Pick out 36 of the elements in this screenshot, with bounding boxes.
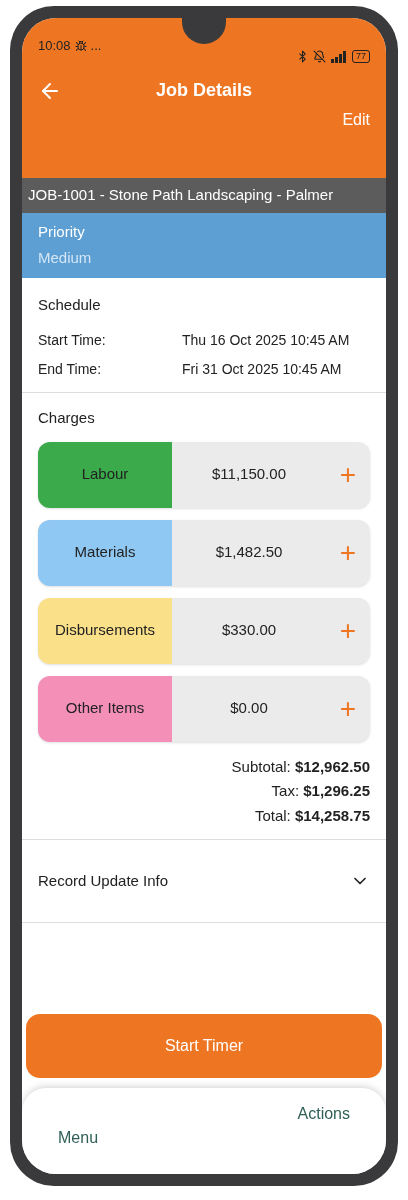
charge-amount: $1,482.50 xyxy=(214,542,284,563)
record-update-toggle[interactable]: Record Update Info xyxy=(22,839,386,923)
job-bar: JOB-1001 - Stone Path Landscaping - Palmer xyxy=(22,178,386,213)
charge-category: Other Items xyxy=(38,675,172,742)
charge-category: Materials xyxy=(38,519,172,586)
battery-indicator: 77 xyxy=(352,50,370,63)
charge-row[interactable]: Materials $1,482.50 + xyxy=(38,519,370,586)
schedule-value: Thu 16 Oct 2025 10:45 AM xyxy=(182,331,350,350)
charge-amount: $0.00 xyxy=(229,698,269,719)
total-line: Total: $14,258.75 xyxy=(254,805,370,826)
actions-button[interactable]: Actions xyxy=(297,1102,350,1126)
charge-amount: $11,150.00 xyxy=(211,464,287,485)
total-line: Tax: $1,296.25 xyxy=(271,781,370,801)
schedule-value: Fri 31 Oct 2025 10:45 AM xyxy=(182,360,342,379)
signal-icon xyxy=(330,50,348,63)
priority-label: Priority xyxy=(38,221,86,242)
header-title: Job Details xyxy=(156,79,252,102)
schedule-label: End Time: xyxy=(38,360,103,379)
schedule-label: Start Time: xyxy=(38,331,107,350)
bug-icon xyxy=(74,39,87,52)
charge-category: Labour xyxy=(38,441,172,508)
section-title: Charges xyxy=(38,408,96,428)
bell-off-icon xyxy=(313,50,326,63)
charge-category: Disbursements xyxy=(38,597,172,664)
priority-value: Medium xyxy=(38,248,93,268)
status-time: 10:08 xyxy=(38,36,71,55)
bluetooth-icon xyxy=(296,50,309,63)
total-line: Subtotal: $12,962.50 xyxy=(231,756,370,777)
camera-notch xyxy=(182,18,226,44)
charge-row[interactable]: Labour $11,150.00 + xyxy=(38,441,370,508)
menu-button[interactable]: Menu xyxy=(58,1126,99,1150)
charge-row[interactable]: Other Items $0.00 + xyxy=(38,675,370,742)
charge-row[interactable]: Disbursements $330.00 + xyxy=(38,597,370,664)
charge-amount: $330.00 xyxy=(220,620,278,641)
section-title: Schedule xyxy=(38,294,102,315)
status-more: ... xyxy=(90,36,102,55)
